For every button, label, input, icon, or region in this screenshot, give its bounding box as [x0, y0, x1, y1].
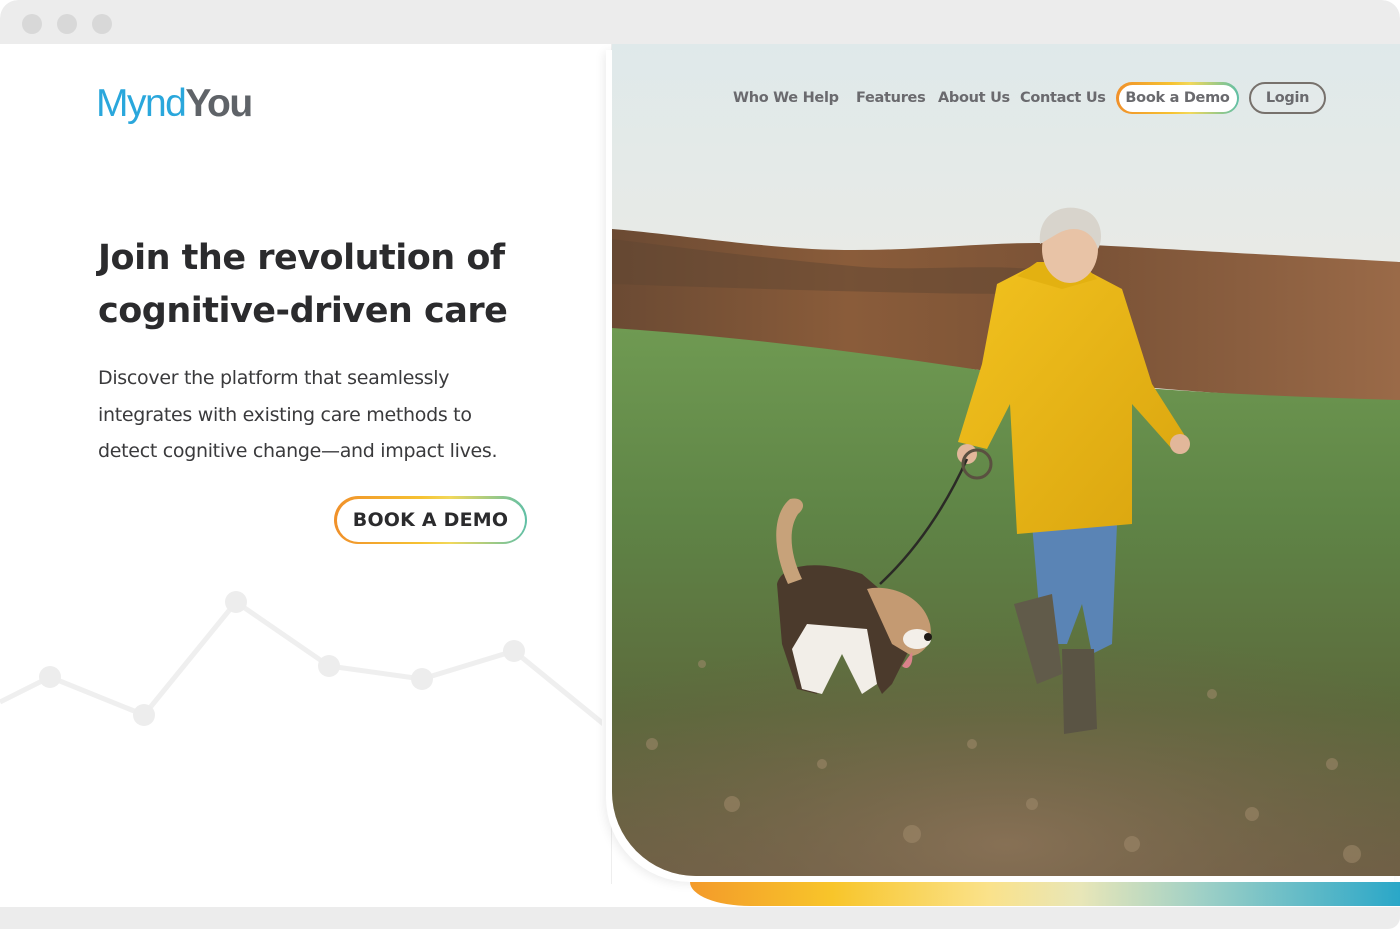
decorative-line	[0, 599, 608, 728]
book-demo-cta-button[interactable]: BOOK A DEMO	[334, 496, 527, 544]
book-demo-cta-label: BOOK A DEMO	[336, 498, 525, 542]
logo[interactable]: MyndYou	[96, 82, 253, 126]
nav-link-about-us[interactable]: About Us	[938, 82, 1010, 114]
hero-divider	[602, 44, 612, 884]
hero-subtext: Discover the platform that seamlessly in…	[98, 360, 538, 470]
window-minimize-button[interactable]	[57, 14, 77, 34]
window-titlebar	[0, 0, 1400, 44]
nav-link-who-we-help[interactable]: Who We Help	[733, 82, 839, 114]
headline-line-1: Join the revolution of	[98, 238, 505, 278]
decorative-point	[318, 655, 340, 677]
decorative-point	[133, 704, 155, 726]
nav-link-features[interactable]: Features	[856, 82, 926, 114]
decorative-line-graph	[0, 591, 608, 728]
window-maximize-button[interactable]	[92, 14, 112, 34]
nav-link-contact-us[interactable]: Contact Us	[1020, 82, 1106, 114]
browser-window: MyndYou Join the revolution of cognitive…	[0, 0, 1400, 929]
decorative-point	[39, 666, 61, 688]
subtext-line-3: detect cognitive change—and impact lives…	[98, 440, 498, 462]
nav-book-demo-label: Book a Demo	[1118, 84, 1237, 112]
photo-scene	[612, 44, 1400, 876]
logo-mynd: Mynd	[96, 82, 187, 125]
nav-book-demo-button[interactable]: Book a Demo	[1116, 82, 1239, 114]
decorative-point	[411, 668, 433, 690]
logo-you: You	[185, 82, 253, 125]
accent-gradient-bar	[690, 882, 1400, 906]
subtext-line-2: integrates with existing care methods to	[98, 403, 472, 426]
nav-login-button[interactable]: Login	[1249, 82, 1326, 114]
window-bottom-bar	[0, 907, 1400, 929]
decorative-point	[503, 640, 525, 662]
hero-headline: Join the revolution of cognitive-driven …	[98, 232, 558, 338]
window-close-button[interactable]	[22, 14, 42, 34]
headline-line-2: cognitive-driven care	[98, 291, 508, 331]
decorative-point	[225, 591, 247, 613]
hero-photo	[612, 44, 1400, 876]
subtext-line-1: Discover the platform that seamlessly	[98, 367, 450, 389]
